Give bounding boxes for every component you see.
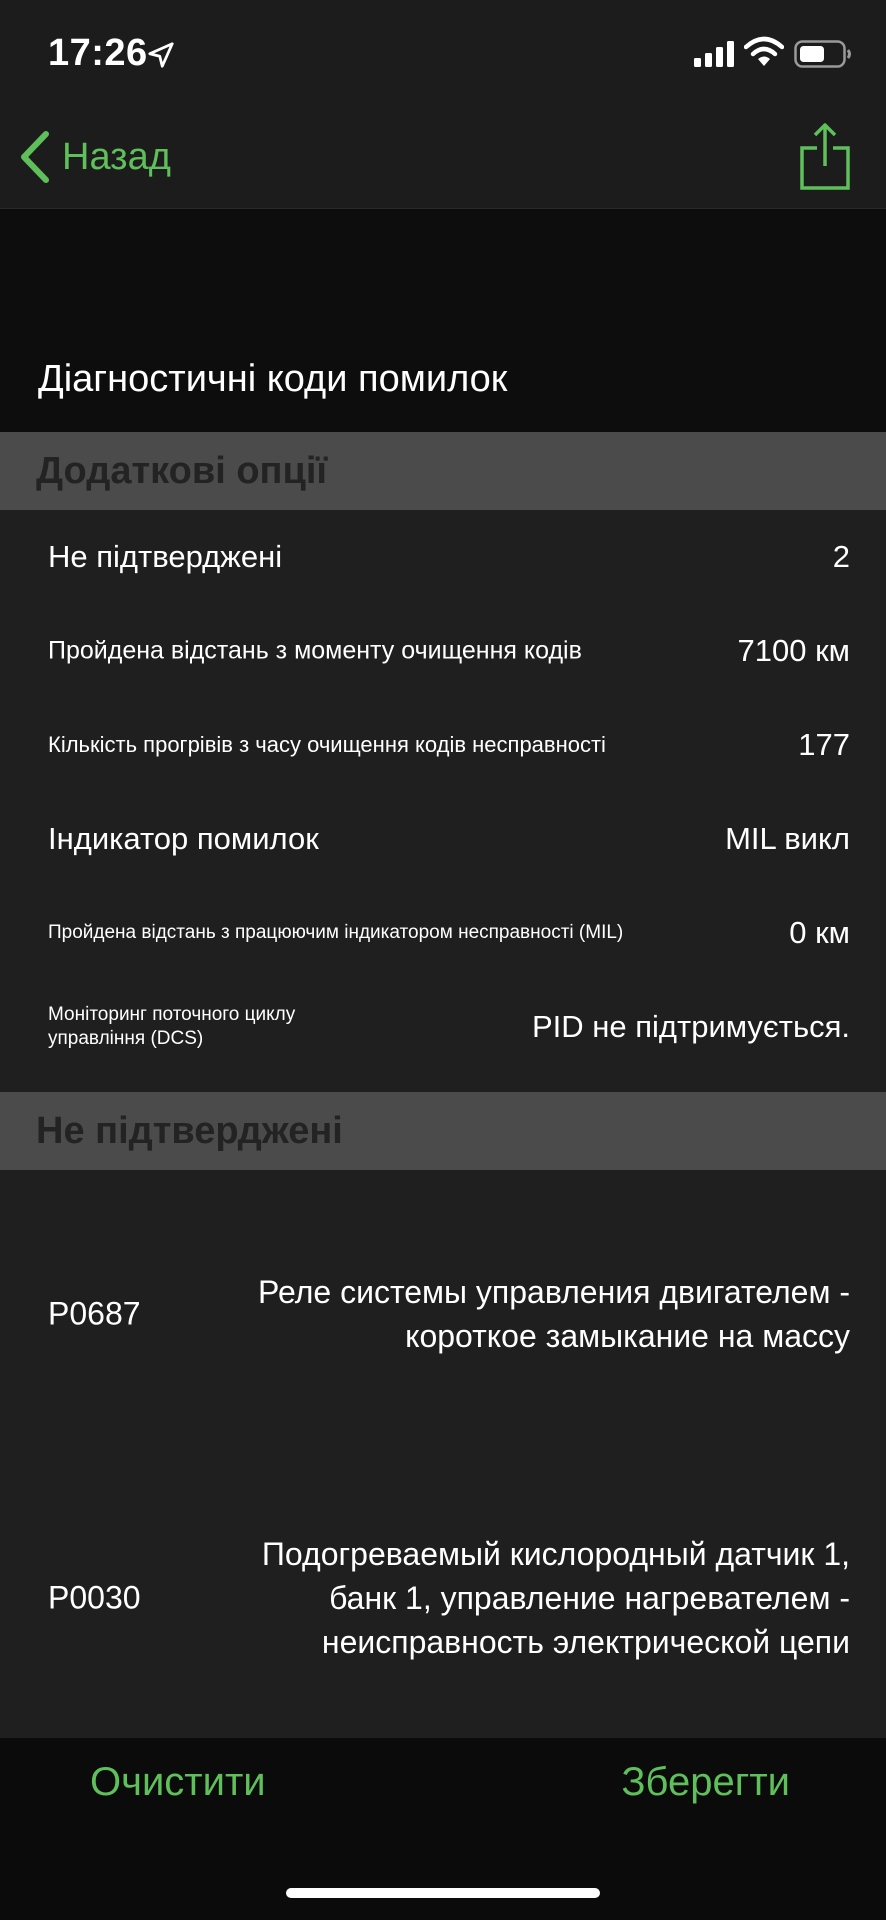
home-indicator[interactable] — [286, 1888, 600, 1898]
option-label: Пройдена відстань з моменту очищення код… — [48, 636, 582, 665]
dtc-description: Подогреваемый кислородный датчик 1, банк… — [261, 1536, 850, 1660]
wifi-icon — [744, 36, 784, 66]
section-header-pending: Не підтверджені — [0, 1092, 886, 1170]
options-list: Не підтверджені 2 Пройдена відстань з мо… — [0, 510, 886, 1092]
chevron-left-icon — [21, 131, 49, 183]
option-value: 2 — [832, 539, 850, 574]
back-button-label: Назад — [62, 135, 171, 178]
dtc-row[interactable]: P0687 Реле системы управления двигателем… — [0, 1170, 886, 1458]
dtc-code: P0030 — [48, 1579, 141, 1616]
battery-icon — [794, 40, 851, 68]
option-label: Моніторинг поточного циклу управління (D… — [48, 1004, 296, 1049]
option-value: PID не підтримується. — [531, 1009, 850, 1044]
top-bar: 17:26 Назад — [0, 0, 886, 209]
cellular-signal-icon — [694, 41, 734, 67]
option-row-distance-since-clear: Пройдена відстань з моменту очищення код… — [0, 604, 886, 698]
save-button[interactable]: Зберегти — [621, 1760, 790, 1805]
page-title: Діагностичні коди помилок — [38, 358, 508, 400]
option-row-pending-count: Не підтверджені 2 — [0, 510, 886, 604]
bottom-toolbar: Очистити Зберегти — [0, 1738, 886, 1920]
option-row-dcs-monitoring: Моніторинг поточного циклу управління (D… — [0, 980, 886, 1074]
option-value: 177 — [798, 727, 850, 762]
dtc-description: Реле системы управления двигателем - кор… — [258, 1274, 850, 1354]
option-value: 0 км — [789, 915, 850, 950]
back-button[interactable]: Назад — [18, 128, 171, 186]
option-value: 7100 км — [737, 633, 850, 668]
section-header-options: Додаткові опції — [0, 432, 886, 510]
option-value: MIL викл — [725, 821, 850, 856]
dtc-list: P0687 Реле системы управления двигателем… — [0, 1170, 886, 1738]
option-label: Не підтверджені — [48, 539, 283, 574]
section-header-label: Не підтверджені — [36, 1110, 343, 1152]
clear-button[interactable]: Очистити — [90, 1760, 266, 1805]
screen: 17:26 Назад Діагностичні коди помилок До… — [0, 0, 886, 1920]
dtc-code: P0687 — [48, 1295, 141, 1332]
status-time: 17:26 — [48, 32, 148, 74]
option-row-mil-indicator: Індикатор помилок MIL викл — [0, 792, 886, 886]
option-label: Кількість прогрівів з часу очищення коді… — [48, 732, 606, 757]
section-header-label: Додаткові опції — [36, 450, 328, 492]
option-row-distance-with-mil: Пройдена відстань з працюючим індикаторо… — [0, 886, 886, 980]
option-row-warmups-since-clear: Кількість прогрівів з часу очищення коді… — [0, 698, 886, 792]
location-arrow-icon — [148, 42, 174, 68]
title-area: Діагностичні коди помилок — [0, 210, 886, 432]
share-icon[interactable] — [798, 122, 852, 192]
dtc-row[interactable]: P0030 Подогреваемый кислородный датчик 1… — [0, 1458, 886, 1738]
option-label: Пройдена відстань з працюючим індикаторо… — [48, 922, 624, 943]
option-label: Індикатор помилок — [48, 821, 319, 856]
